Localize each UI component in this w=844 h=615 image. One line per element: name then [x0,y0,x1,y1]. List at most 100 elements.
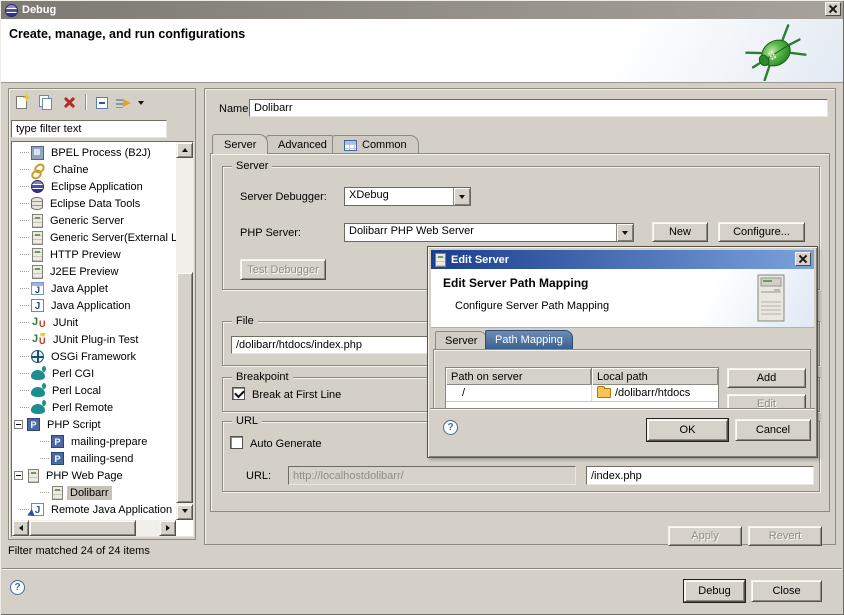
break-first-line-label: Break at First Line [252,389,341,401]
tree-item[interactable]: BPEL Process (B2J) [12,144,176,161]
name-input[interactable] [249,99,828,117]
tree-rows: BPEL Process (B2J) Chaîne Eclipse Applic… [12,144,176,520]
scroll-right-button[interactable] [159,520,176,536]
path-mapping-table: Path on server Local path / /dolibarr/ht… [445,367,719,411]
scroll-up-button[interactable] [176,142,193,158]
duplicate-icon [42,98,52,110]
new-server-button[interactable]: New [652,222,708,242]
page-title: Create, manage, and run configurations [9,27,245,41]
ok-button[interactable]: OK [647,419,728,441]
vertical-scroll-thumb[interactable] [176,272,193,503]
header-banner: Create, manage, and run configurations [1,19,843,83]
tab-advanced[interactable]: Advanced [266,135,339,153]
tree-item[interactable]: JUnit Plug-in Test [12,331,176,348]
perl-camel-icon [31,370,45,380]
tree-horizontal-scrollbar[interactable] [12,520,176,536]
dialog-close-button[interactable] [795,252,811,266]
server-icon [32,231,43,245]
help-icon[interactable] [443,420,458,435]
tree-item[interactable]: Java Applet [12,280,176,297]
perl-camel-icon [31,387,45,397]
server-icon [52,486,63,500]
tree-item[interactable]: mailing-send [12,450,176,467]
tree-item[interactable]: Java Application [12,297,176,314]
breakpoint-group-title: Breakpoint [232,371,293,383]
tree-item[interactable]: Perl Remote [12,399,176,416]
tree-item[interactable]: HTTP Preview [12,246,176,263]
tree-item[interactable]: mailing-prepare [12,433,176,450]
revert-button[interactable]: Revert [748,526,822,546]
collapse-expander-icon[interactable] [14,471,23,480]
java-icon [31,299,44,312]
tab-common[interactable]: Common [332,135,419,153]
column-path-on-server[interactable]: Path on server [446,368,592,385]
tree-item[interactable]: Perl Local [12,382,176,399]
tab-server[interactable]: Server [212,134,268,154]
tree-item[interactable]: Remote Java Application [12,501,176,518]
break-first-line-checkbox[interactable] [232,387,245,400]
bpel-icon [31,146,44,160]
url-base-input [288,466,576,485]
scroll-left-button[interactable] [12,520,29,536]
filter-menu-button[interactable] [135,94,147,111]
column-local-path[interactable]: Local path [592,368,718,385]
url-group-title: URL [232,415,262,427]
tree-vertical-scrollbar[interactable] [176,142,193,520]
table-row[interactable]: / /dolibarr/htdocs [446,385,718,402]
dialog-tab-path-mapping[interactable]: Path Mapping [485,330,573,349]
window-close-button[interactable] [825,2,841,16]
table-icon [344,140,357,151]
chevron-down-icon [138,101,144,108]
dialog-tab-server[interactable]: Server [435,331,487,349]
tree-item[interactable]: OSGi Framework [12,348,176,365]
cancel-button[interactable]: Cancel [735,419,811,441]
table-header-row: Path on server Local path [446,368,718,385]
filter-input[interactable] [11,120,167,138]
collapse-expander-icon[interactable] [14,420,23,429]
tree-item[interactable]: Eclipse Application [12,178,176,195]
url-path-input[interactable] [586,466,814,485]
server-icon [32,214,43,228]
database-icon [31,197,43,210]
tree-item[interactable]: Perl CGI [12,365,176,382]
php-server-select[interactable]: Dolibarr PHP Web Server [344,223,634,242]
new-configuration-button[interactable] [13,94,30,111]
dialog-banner: Edit Server Path Mapping Configure Serve… [431,269,814,328]
folder-icon [597,388,611,398]
bug-icon [745,23,807,81]
duplicate-configuration-button[interactable] [37,94,54,111]
auto-generate-checkbox[interactable] [230,436,243,449]
server-debugger-select[interactable]: XDebug [344,187,471,206]
tree-item[interactable]: Chaîne [12,161,176,178]
help-icon[interactable] [10,580,25,595]
tree-item[interactable]: J2EE Preview [12,263,176,280]
php-icon [51,435,64,448]
configure-server-button[interactable]: Configure... [718,222,805,242]
tree-item[interactable]: Eclipse Data Tools [12,195,176,212]
dialog-titlebar[interactable]: Edit Server [431,250,814,269]
test-debugger-button[interactable]: Test Debugger [240,259,326,280]
tree-item[interactable]: PHP Web Page [12,467,176,484]
add-mapping-button[interactable]: Add [727,368,806,388]
chevron-down-icon[interactable] [616,224,633,241]
scroll-down-button[interactable] [176,504,193,520]
tree-item[interactable]: JUnit [12,314,176,331]
tree-item-selected[interactable]: Dolibarr [12,484,176,501]
debug-button[interactable]: Debug [684,580,745,602]
window-title: Debug [22,4,56,16]
server-icon [32,248,43,262]
toolbar-separator [85,94,86,110]
window-titlebar[interactable]: Debug [1,1,843,19]
tree-item[interactable]: PHP Script [12,416,176,433]
close-icon [799,255,807,263]
apply-button[interactable]: Apply [668,526,742,546]
tree-item[interactable]: Generic Server [12,212,176,229]
tree-item[interactable]: Generic Server(External La [12,229,176,246]
collapse-all-button[interactable] [93,94,110,111]
filter-button[interactable] [115,94,132,111]
server-group-title: Server [232,160,272,172]
close-button[interactable]: Close [751,580,822,602]
horizontal-scroll-thumb[interactable] [29,520,136,536]
delete-configuration-button[interactable] [61,94,78,111]
chevron-down-icon[interactable] [453,188,470,205]
